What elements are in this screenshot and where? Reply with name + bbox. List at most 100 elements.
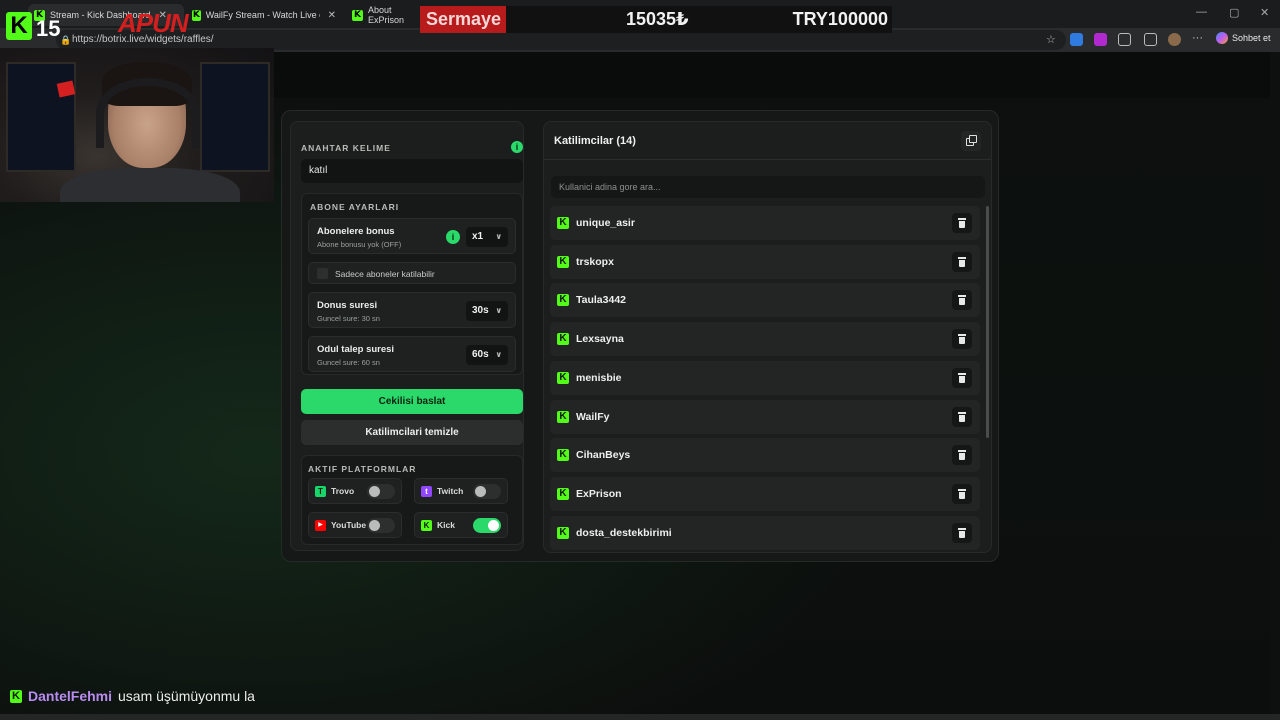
window-shape <box>200 62 270 172</box>
claim-duration-select[interactable]: 60s ∨ <box>466 345 508 365</box>
info-icon[interactable]: i <box>446 230 460 244</box>
extension-icon[interactable] <box>1094 33 1107 46</box>
trovo-toggle[interactable] <box>367 484 395 499</box>
participant-name: menisbie <box>576 371 622 384</box>
lock-icon: 🔒 <box>60 35 72 45</box>
trash-icon <box>958 450 966 453</box>
trash-icon <box>958 411 966 414</box>
minimize-icon[interactable]: — <box>1196 6 1207 18</box>
platform-label: YouTube <box>331 520 367 530</box>
delete-participant-button[interactable] <box>952 406 972 427</box>
only-subscribers-checkbox[interactable] <box>317 268 328 279</box>
close-window-icon[interactable]: ✕ <box>1260 6 1269 19</box>
webcam-feed <box>0 48 274 202</box>
participant-row: Kdosta_destekbirimi <box>550 515 980 550</box>
platform-label: Twitch <box>437 486 464 496</box>
bonus-multiplier-select[interactable]: x1 ∨ <box>466 227 508 247</box>
delete-participant-button[interactable] <box>952 445 972 466</box>
participant-row: Kunique_asir <box>550 206 980 240</box>
bonus-duration-label: Donus suresi <box>317 300 378 311</box>
delete-participant-button[interactable] <box>952 251 972 272</box>
participant-name: ExPrison <box>576 487 622 500</box>
url-field[interactable]: 🔒 https://botrix.live/widgets/raffles/ <box>56 30 1066 50</box>
maximize-icon[interactable]: ▢ <box>1229 6 1239 19</box>
copy-icon[interactable] <box>961 131 981 151</box>
start-raffle-button[interactable]: Cekilisi baslat <box>301 389 523 414</box>
keyword-input[interactable]: katıl <box>301 159 523 183</box>
page-scrollbar[interactable] <box>1270 52 1280 720</box>
delete-participant-button[interactable] <box>952 483 972 504</box>
participant-name: CihanBeys <box>576 449 631 462</box>
participant-row: Kmenisbie <box>550 360 980 395</box>
brand-logo: APUN <box>118 8 189 38</box>
kick-icon: K <box>10 689 22 703</box>
twitch-toggle[interactable] <box>473 484 501 499</box>
kick-icon: K <box>557 255 569 268</box>
delete-participant-button[interactable] <box>952 367 972 388</box>
participant-name: Taula3442 <box>576 294 627 307</box>
clear-participants-button[interactable]: Katilimcilari temizle <box>301 420 523 445</box>
only-subscribers-row[interactable]: Sadece aboneler katilabilir <box>308 262 516 284</box>
info-icon[interactable]: i <box>511 141 523 153</box>
kick-logo-icon: K <box>6 12 32 40</box>
browser-tab-wailfy[interactable]: K WailFy Stream - Watch Live on Kick ✕ <box>186 4 342 26</box>
twitch-icon: t <box>421 486 432 497</box>
trash-icon <box>958 488 966 491</box>
platform-label: Trovo <box>331 486 355 496</box>
trash-icon <box>958 256 966 259</box>
close-tab-icon[interactable]: ✕ <box>328 10 336 21</box>
ticker-amount: 15035₺ <box>626 9 689 29</box>
active-platforms: AKTIF PLATFORMLAR T Trovo t Twitch ▶ You… <box>301 455 523 545</box>
delete-participant-button[interactable] <box>952 290 972 311</box>
extensions-puzzle-icon[interactable] <box>1118 33 1131 46</box>
subscriber-settings-title: ABONE AYARLARI <box>310 202 400 212</box>
favorites-icon[interactable] <box>1144 33 1157 46</box>
kick-icon: K <box>557 371 569 384</box>
copilot-chat-button[interactable]: Sohbet et <box>1216 32 1271 44</box>
participant-search-input[interactable]: Kullanici adina gore ara... <box>551 176 985 198</box>
keyword-title: ANAHTAR KELIME <box>301 143 391 153</box>
kick-icon: K <box>421 520 432 531</box>
kick-icon: K <box>557 410 569 423</box>
youtube-toggle[interactable] <box>367 518 395 533</box>
donation-ticker: Sermaye 15035₺ TRY100000 <box>420 6 892 33</box>
copilot-label: Sohbet et <box>1232 33 1271 43</box>
platforms-title: AKTIF PLATFORMLAR <box>308 464 417 474</box>
favorite-star-icon[interactable]: ☆ <box>1046 33 1056 46</box>
viewer-count: 15 <box>36 16 61 41</box>
bottom-strip <box>0 714 1280 720</box>
chat-text: usam üşümüyonmu la <box>118 688 255 704</box>
trash-icon <box>958 334 966 337</box>
subscriber-settings: ABONE AYARLARI Abonelere bonus Abone bon… <box>301 193 523 375</box>
participant-name: trskopx <box>576 255 614 268</box>
kick-icon: K <box>557 217 569 229</box>
participant-row: Ktrskopx <box>550 244 980 279</box>
kick-favicon-icon: K <box>352 9 363 21</box>
claim-duration-value: 60s <box>472 349 489 360</box>
delete-participant-button[interactable] <box>952 213 972 233</box>
more-menu-icon[interactable]: ··· <box>1192 32 1203 44</box>
delete-participant-button[interactable] <box>952 329 972 350</box>
trash-icon <box>958 295 966 298</box>
trash-icon <box>958 527 966 530</box>
chat-username: DantelFehmi <box>28 688 113 704</box>
raffle-widget: ANAHTAR KELIME i katıl ABONE AYARLARI Ab… <box>281 110 999 562</box>
chevron-down-icon: ∨ <box>495 232 503 241</box>
delete-participant-button[interactable] <box>952 522 972 543</box>
extension-icon[interactable] <box>1070 33 1083 46</box>
kick-icon: K <box>557 294 569 307</box>
platform-youtube: ▶ YouTube <box>308 512 402 538</box>
ticker-goal: TRY100000 <box>792 9 888 29</box>
kick-icon: K <box>557 333 569 346</box>
participant-list-scrollbar[interactable] <box>986 206 989 438</box>
bonus-duration-row: Donus suresi Guncel sure: 30 sn 30s ∨ <box>308 292 516 328</box>
bonus-duration-select[interactable]: 30s ∨ <box>466 301 508 321</box>
platform-label: Kick <box>437 520 455 530</box>
profile-avatar[interactable] <box>1168 33 1181 46</box>
bonus-duration-sub: Guncel sure: 30 sn <box>317 314 380 323</box>
trash-icon <box>958 372 966 375</box>
claim-duration-row: Odul talep suresi Guncel sure: 60 sn 60s… <box>308 336 516 372</box>
participants-panel: Katilimcilar (14) Kullanici adina gore a… <box>543 121 992 553</box>
kick-favicon-icon: K <box>192 9 201 21</box>
kick-toggle[interactable] <box>473 518 501 533</box>
